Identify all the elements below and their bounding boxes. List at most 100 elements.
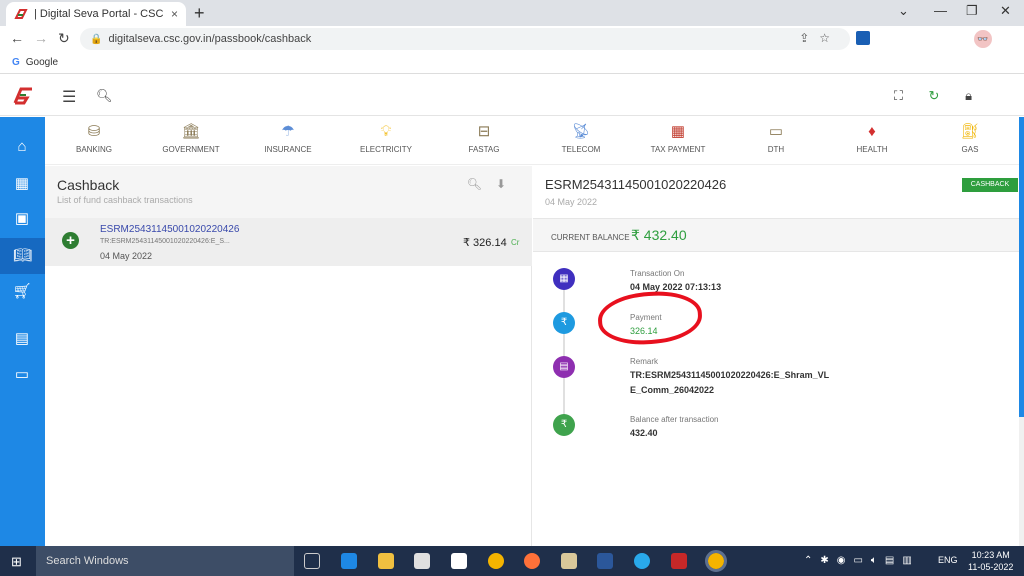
share-star-icons[interactable]: ⇪☆ xyxy=(799,31,840,45)
category-gas[interactable]: ⛽︎ GAS xyxy=(925,123,1015,154)
search-icon[interactable]: 🔍︎ xyxy=(96,88,113,104)
detail-label-balance-after: Balance after transaction xyxy=(630,415,719,424)
url-input[interactable]: 🔒 digitalseva.csc.gov.in/passbook/cashba… xyxy=(80,28,850,50)
current-balance-box: CURRENT BALANCE ₹ 432.40 xyxy=(533,218,1019,252)
bookmarks-bar: G Google xyxy=(0,52,1024,74)
bookmark-google[interactable]: Google xyxy=(26,57,58,68)
back-icon[interactable]: ← xyxy=(10,30,24,46)
close-window-button[interactable]: ✕ xyxy=(1000,3,1011,19)
lock-screen-icon[interactable]: 🔒︎ xyxy=(965,88,972,103)
cart-icon[interactable]: 🛒︎ xyxy=(12,282,32,302)
tv-icon: ▭ xyxy=(768,123,784,140)
word-icon[interactable] xyxy=(597,553,613,569)
extension-icon[interactable] xyxy=(856,31,870,45)
task-view-icon[interactable] xyxy=(304,553,320,569)
store-icon[interactable] xyxy=(414,553,430,569)
scrollbar-thumb[interactable] xyxy=(1019,117,1024,417)
category-fastag[interactable]: ⊟ FASTAG xyxy=(439,123,529,154)
page-title: Cashback xyxy=(57,177,120,193)
profile-avatar[interactable]: 👓 xyxy=(974,30,992,48)
fullscreen-icon[interactable]: ⛶ xyxy=(894,88,903,103)
refresh-icon[interactable]: ↻ xyxy=(929,88,940,103)
firefox-icon[interactable] xyxy=(524,553,540,569)
notepad-icon[interactable] xyxy=(561,553,577,569)
camera-icon[interactable] xyxy=(451,553,467,569)
apps-grid-icon[interactable]: ▦ xyxy=(12,174,32,194)
remark-icon: ▤ xyxy=(553,356,575,378)
list-actions: 🔍︎⬇ xyxy=(467,177,520,191)
address-bar-row: ← → ↻ 🔒 digitalseva.csc.gov.in/passbook/… xyxy=(0,26,1024,72)
cashback-list-panel: Cashback List of fund cashback transacti… xyxy=(45,166,532,546)
insurance-icon: ☂ xyxy=(281,123,295,140)
clock-date: 11-05-2022 xyxy=(968,562,1014,572)
detail-value-remark-line2: E_Comm_26042022 xyxy=(630,385,715,395)
forward-icon[interactable]: → xyxy=(34,30,48,46)
taskbar-clock[interactable]: 10:23 AM 11-05-2022 xyxy=(968,549,1013,573)
windows-start-icon[interactable]: ⊞ xyxy=(11,554,22,570)
transaction-amount: ₹ 326.14 xyxy=(463,237,507,249)
category-insurance[interactable]: ☂ INSURANCE xyxy=(243,123,333,154)
tab-title: | Digital Seva Portal - CSC e-Gov xyxy=(34,8,167,20)
download-icon[interactable]: ⬇ xyxy=(496,177,520,191)
government-building-icon: 🏛︎ xyxy=(181,123,201,140)
category-tax-payment[interactable]: ▦ TAX PAYMENT xyxy=(633,123,723,154)
category-dth[interactable]: ▭ DTH xyxy=(731,123,821,154)
menu-icon[interactable]: ☰ xyxy=(62,87,76,107)
category-banking[interactable]: ⛁ BANKING xyxy=(49,123,139,154)
tab-close-icon[interactable]: × xyxy=(171,7,178,21)
bulb-icon: 💡︎ xyxy=(380,123,392,140)
transaction-type: Cr xyxy=(511,238,520,247)
rupee-icon: ₹ xyxy=(553,312,575,334)
tab-search-icon[interactable]: ⌄ xyxy=(898,3,909,19)
toll-gate-icon: ⊟ xyxy=(477,123,491,140)
cashback-list-header: Cashback List of fund cashback transacti… xyxy=(45,166,532,218)
health-drop-icon: ♦ xyxy=(868,123,876,140)
lock-icon[interactable]: 🔒 xyxy=(90,34,102,45)
minimize-button[interactable]: — xyxy=(934,3,947,18)
language-indicator[interactable]: ENG xyxy=(938,555,958,565)
edge-icon[interactable] xyxy=(341,553,357,569)
app-header: ☰ 🔍︎ ⛶ ↻ 🔒︎ xyxy=(0,78,1024,116)
wallet-icon[interactable]: ▣ xyxy=(12,209,32,229)
transaction-date: 04 May 2022 xyxy=(100,251,153,261)
taskbar-search-input[interactable]: Search Windows xyxy=(36,546,294,576)
category-health[interactable]: ♦ HEALTH xyxy=(827,123,917,154)
transaction-id: ESRM25431145001020220426 xyxy=(100,224,240,235)
file-explorer-icon[interactable] xyxy=(378,553,394,569)
chrome-icon[interactable] xyxy=(488,553,504,569)
category-electricity[interactable]: 💡︎ ELECTRICITY xyxy=(341,123,431,154)
chat-icon[interactable]: ▭ xyxy=(12,365,32,385)
recorder-icon[interactable] xyxy=(671,553,687,569)
detail-value-balance-after: 432.40 xyxy=(630,428,658,438)
telegram-icon[interactable] xyxy=(634,553,650,569)
csc-favicon-icon xyxy=(14,7,28,21)
browser-tab[interactable]: | Digital Seva Portal - CSC e-Gov × xyxy=(6,2,186,26)
passbook-icon[interactable]: 📖︎ xyxy=(0,238,45,274)
sidebar: ⌂ ▦ ▣ 📖︎ 🛒︎ ▤ ▭ xyxy=(0,117,45,546)
list-search-icon[interactable]: 🔍︎ xyxy=(467,177,496,191)
timeline-line xyxy=(563,276,565,426)
profile-card-icon[interactable]: ▤ xyxy=(12,329,32,349)
detail-date: 04 May 2022 xyxy=(545,197,598,207)
browser-tab-strip: | Digital Seva Portal - CSC e-Gov × + ⌄ … xyxy=(0,0,1024,26)
chrome-active-icon[interactable] xyxy=(705,550,727,572)
gas-cylinder-icon: ⛽︎ xyxy=(960,123,980,140)
credit-plus-icon: + xyxy=(62,232,79,249)
csc-logo-icon[interactable] xyxy=(12,86,34,106)
system-tray-icons[interactable]: ⌃✱◉▭🔈︎▤▥ xyxy=(804,555,920,566)
category-telecom[interactable]: 📡︎ TELECOM xyxy=(536,123,626,154)
transaction-row[interactable]: + ESRM25431145001020220426 TR:ESRM254311… xyxy=(45,218,532,266)
reload-icon[interactable]: ↻ xyxy=(58,30,70,47)
clock-time: 10:23 AM xyxy=(971,550,1010,560)
google-icon: G xyxy=(12,57,20,68)
calendar-icon: ▦ xyxy=(553,268,575,290)
home-icon[interactable]: ⌂ xyxy=(12,137,32,157)
windows-taskbar: ⊞ Search Windows ⌃✱◉▭🔈︎▤▥ ENG 10:23 AM 1… xyxy=(0,546,1024,576)
maximize-button[interactable]: ❐ xyxy=(966,3,978,19)
page-scrollbar[interactable] xyxy=(1019,117,1024,546)
transaction-detail-panel: ESRM25431145001020220426 04 May 2022 CAS… xyxy=(533,166,1019,546)
tower-icon: 📡︎ xyxy=(571,123,591,140)
new-tab-button[interactable]: + xyxy=(194,3,205,24)
detail-value-transaction-on: 04 May 2022 07:13:13 xyxy=(630,282,722,292)
category-government[interactable]: 🏛︎ GOVERNMENT xyxy=(146,123,236,154)
